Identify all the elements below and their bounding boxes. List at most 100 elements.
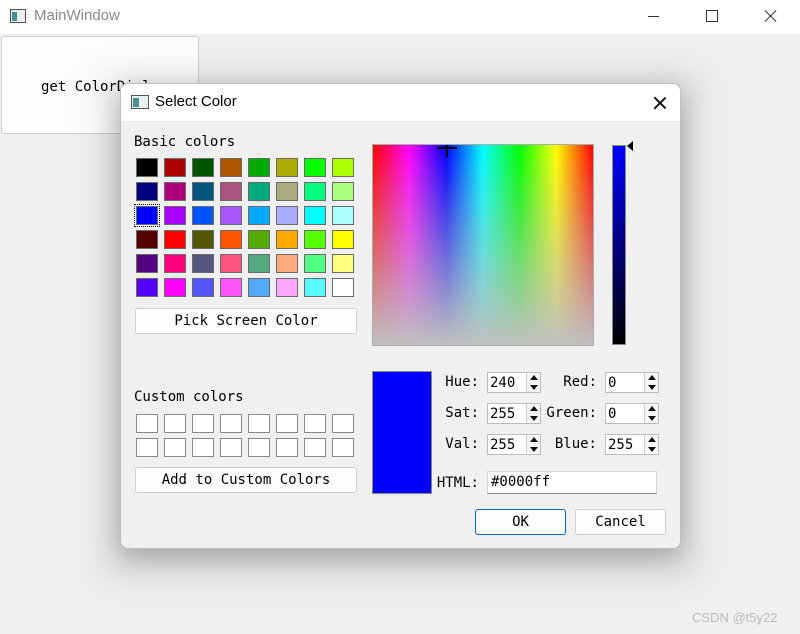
custom-color-swatch[interactable] [220,438,242,457]
hue-spinbox[interactable]: 240 [487,372,541,393]
basic-color-swatch[interactable] [276,254,298,273]
green-spinbox[interactable]: 0 [605,403,659,424]
basic-color-swatch[interactable] [192,254,214,273]
spin-arrows-icon[interactable] [644,373,658,392]
pick-screen-color-button[interactable]: Pick Screen Color [135,308,357,334]
basic-color-swatch[interactable] [220,278,242,297]
minimize-button[interactable] [628,0,682,34]
basic-color-swatch[interactable] [136,182,158,201]
basic-color-swatch[interactable] [304,182,326,201]
basic-color-swatch[interactable] [248,230,270,249]
basic-color-swatch[interactable] [164,254,186,273]
basic-color-swatch[interactable] [248,182,270,201]
basic-color-swatch[interactable] [192,158,214,177]
custom-color-swatch[interactable] [332,414,354,433]
basic-color-swatch[interactable] [276,182,298,201]
basic-color-swatch[interactable] [164,278,186,297]
custom-color-swatch[interactable] [248,414,270,433]
spin-arrows-icon[interactable] [526,373,540,392]
red-spinbox[interactable]: 0 [605,372,659,393]
dialog-titlebar: Select Color [121,84,680,121]
basic-color-swatch[interactable] [276,206,298,225]
basic-color-swatch[interactable] [136,158,158,177]
basic-color-swatch[interactable] [304,158,326,177]
blue-spinbox[interactable]: 255 [605,434,659,455]
custom-color-swatch[interactable] [276,438,298,457]
main-window-title: MainWindow [34,7,120,24]
basic-color-swatch[interactable] [220,158,242,177]
spin-arrows-icon[interactable] [526,404,540,423]
hue-value: 240 [490,375,516,391]
basic-color-swatch[interactable] [136,254,158,273]
basic-color-swatch[interactable] [304,254,326,273]
basic-color-swatch[interactable] [164,182,186,201]
cancel-button[interactable]: Cancel [575,509,666,535]
dialog-close-button[interactable] [645,88,675,118]
custom-color-swatch[interactable] [304,438,326,457]
current-color-preview [372,371,432,494]
custom-color-swatch[interactable] [164,438,186,457]
basic-color-swatch[interactable] [192,182,214,201]
basic-color-swatch[interactable] [134,204,160,227]
custom-color-swatch[interactable] [164,414,186,433]
basic-color-swatch[interactable] [220,182,242,201]
close-window-button[interactable] [742,0,796,34]
basic-color-swatch[interactable] [332,278,354,297]
basic-color-swatch[interactable] [248,254,270,273]
ok-button[interactable]: OK [475,509,566,535]
maximize-button[interactable] [684,0,738,34]
custom-color-swatch[interactable] [220,414,242,433]
app-icon [10,9,26,23]
basic-color-swatch[interactable] [332,182,354,201]
basic-color-swatch[interactable] [220,206,242,225]
spin-arrows-icon[interactable] [644,404,658,423]
basic-color-swatch[interactable] [332,158,354,177]
hue-label: Hue: [445,374,479,390]
dialog-title: Select Color [155,93,237,110]
basic-color-swatch[interactable] [192,278,214,297]
custom-color-swatch[interactable] [248,438,270,457]
basic-color-swatch[interactable] [248,206,270,225]
value-slider[interactable] [612,145,626,345]
basic-color-swatch[interactable] [276,278,298,297]
basic-color-swatch[interactable] [220,254,242,273]
basic-color-swatch[interactable] [136,278,158,297]
sat-spinbox[interactable]: 255 [487,403,541,424]
add-to-custom-colors-button[interactable]: Add to Custom Colors [135,467,357,493]
custom-color-swatch[interactable] [136,414,158,433]
custom-color-swatch[interactable] [192,438,214,457]
basic-color-swatch[interactable] [276,158,298,177]
basic-color-swatch[interactable] [136,230,158,249]
basic-color-swatch[interactable] [304,206,326,225]
val-spinbox[interactable]: 255 [487,434,541,455]
green-value: 0 [608,406,617,422]
custom-color-swatch[interactable] [332,438,354,457]
basic-color-swatch[interactable] [332,230,354,249]
spin-arrows-icon[interactable] [644,435,658,454]
val-label: Val: [445,436,479,452]
basic-color-swatch[interactable] [164,230,186,249]
basic-color-swatch[interactable] [304,230,326,249]
basic-color-swatch[interactable] [192,230,214,249]
spin-arrows-icon[interactable] [526,435,540,454]
sat-label: Sat: [445,405,479,421]
color-spectrum-picker[interactable] [372,144,594,346]
basic-color-swatch[interactable] [220,230,242,249]
basic-color-swatch[interactable] [332,206,354,225]
basic-color-swatch[interactable] [192,206,214,225]
custom-color-swatch[interactable] [192,414,214,433]
basic-color-swatch[interactable] [332,254,354,273]
basic-color-swatch[interactable] [248,278,270,297]
custom-color-swatch[interactable] [304,414,326,433]
basic-colors-label: Basic colors [134,134,236,150]
basic-color-swatch[interactable] [248,158,270,177]
custom-color-swatch[interactable] [136,438,158,457]
slider-arrow-icon[interactable] [627,141,633,151]
basic-color-swatch[interactable] [276,230,298,249]
html-hex-input[interactable]: #0000ff [487,471,657,494]
basic-color-swatch[interactable] [164,206,186,225]
red-value: 0 [608,375,617,391]
basic-color-swatch[interactable] [164,158,186,177]
custom-color-swatch[interactable] [276,414,298,433]
basic-color-swatch[interactable] [304,278,326,297]
